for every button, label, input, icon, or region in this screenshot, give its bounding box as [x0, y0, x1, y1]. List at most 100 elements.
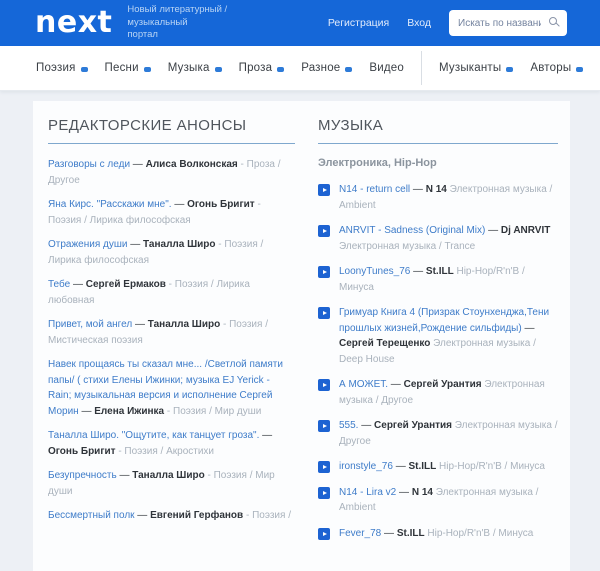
- announcement-link[interactable]: Отражения души: [48, 239, 127, 250]
- top-header: next Новый литературный / музыкальный по…: [0, 0, 600, 46]
- announcement-link[interactable]: Таналла Широ. "Ощутите, как танцует гроз…: [48, 430, 259, 441]
- play-icon: [322, 188, 327, 192]
- track-link[interactable]: N14 - Lira v2: [339, 487, 396, 498]
- header-actions: Регистрация Вход: [328, 10, 567, 36]
- nav-item-label: Музыка: [167, 62, 210, 74]
- track-category: Hip-Hop/R'n'B / Минуса: [424, 527, 534, 539]
- chevron-down-icon: [143, 66, 151, 72]
- announcement-item: Бессмертный полк — Евгений Герфанов - По…: [48, 508, 295, 524]
- play-button[interactable]: [318, 379, 330, 391]
- track-author: Сергей Урантия: [374, 420, 453, 431]
- nav-item-label: Видео: [369, 62, 404, 74]
- nav-item[interactable]: Песни: [105, 62, 151, 74]
- nav-item-label: Разное: [301, 62, 341, 74]
- music-item: Fever_78 — St.ILL Hip-Hop/R'n'B / Минуса: [318, 526, 558, 542]
- announcement-author: Таналла Широ: [132, 470, 205, 481]
- track-link[interactable]: N14 - return cell: [339, 184, 410, 195]
- search-icon: [549, 17, 557, 25]
- nav-separator: [421, 51, 422, 85]
- play-button[interactable]: [318, 461, 330, 473]
- announcement-link[interactable]: Яна Кирс. "Расскажи мне".: [48, 199, 172, 210]
- play-button[interactable]: [318, 225, 330, 237]
- announcement-category: - Поэзия /: [243, 510, 291, 521]
- announcement-author: Огонь Бригит: [48, 445, 116, 457]
- dash-separator: —: [78, 405, 95, 417]
- announcement-author: Таналла Широ: [143, 239, 216, 250]
- track-link[interactable]: Fever_78: [339, 528, 381, 539]
- play-button[interactable]: [318, 266, 330, 278]
- track-link[interactable]: ironstyle_76: [339, 461, 393, 472]
- track-author: St.ILL: [425, 266, 454, 277]
- track-author: St.ILL: [408, 461, 437, 472]
- track-link[interactable]: LoonyTunes_76: [339, 266, 410, 277]
- announcement-link[interactable]: Безупречность: [48, 470, 117, 481]
- site-tagline: Новый литературный / музыкальный портал: [127, 4, 287, 42]
- dash-separator: —: [70, 279, 86, 290]
- music-item-text: LoonyTunes_76 — St.ILL Hip-Hop/R'n'B / М…: [339, 264, 558, 295]
- dash-separator: —: [410, 266, 426, 277]
- track-author: N 14: [425, 184, 447, 195]
- announcement-link[interactable]: Бессмертный полк: [48, 510, 135, 521]
- music-item-text: 555. — Сергей Урантия Электронная музыка…: [339, 418, 558, 449]
- track-link[interactable]: 555.: [339, 420, 358, 431]
- nav-item[interactable]: Музыка: [168, 62, 222, 74]
- nav-item[interactable]: Видео: [369, 62, 404, 74]
- announcement-link[interactable]: Привет, мой ангел: [48, 319, 132, 330]
- track-link[interactable]: Гримуар Книга 4 (Призрак Стоунхенджа,Тен…: [339, 307, 549, 334]
- announcement-item: Отражения души — Таналла Широ - Поэзия /…: [48, 237, 295, 268]
- music-list: N14 - return cell — N 14 Электронная муз…: [318, 182, 558, 541]
- music-item-text: ironstyle_76 — St.ILL Hip-Hop/R'n'B / Ми…: [339, 459, 558, 475]
- track-author: Dj ANRVIT: [500, 225, 551, 236]
- play-button[interactable]: [318, 307, 330, 319]
- announcements-list: Разговоры с леди — Алиса Волконская - Пр…: [48, 157, 295, 524]
- nav-item-label: Поэзия: [36, 62, 76, 74]
- site-logo[interactable]: next: [35, 8, 112, 38]
- announcement-link[interactable]: Тебе: [48, 279, 70, 290]
- chevron-down-icon: [80, 66, 88, 72]
- register-link[interactable]: Регистрация: [328, 17, 389, 29]
- announcements-column: РЕДАКТОРСКИЕ АНОНСЫ Разговоры с леди — А…: [48, 117, 295, 551]
- announcement-category: - Поэзия / Акростихи: [115, 445, 215, 457]
- nav-item[interactable]: Проза: [239, 62, 285, 74]
- main-nav: Поэзия Песни Музыка Проза Разное Видео М…: [0, 46, 600, 91]
- announcement-author: Огонь Бригит: [187, 199, 255, 210]
- play-button[interactable]: [318, 486, 330, 499]
- track-author: Сергей Урантия: [403, 379, 482, 390]
- music-title: МУЗЫКА: [318, 117, 384, 134]
- nav-item-label: Песни: [104, 62, 139, 74]
- play-icon: [322, 424, 327, 428]
- play-button[interactable]: [318, 420, 330, 432]
- dash-separator: —: [358, 420, 375, 431]
- play-button[interactable]: [318, 184, 330, 196]
- music-item-text: Гримуар Книга 4 (Призрак Стоунхенджа,Тен…: [339, 305, 558, 367]
- tagline-line-2: портал: [127, 29, 158, 41]
- nav-item[interactable]: Музыканты: [439, 62, 514, 74]
- music-item-text: Fever_78 — St.ILL Hip-Hop/R'n'B / Минуса: [339, 526, 558, 542]
- music-item: ironstyle_76 — St.ILL Hip-Hop/R'n'B / Ми…: [318, 459, 558, 475]
- nav-item-label: Авторы: [530, 62, 572, 74]
- nav-item[interactable]: Поэзия: [36, 62, 88, 74]
- announcement-category: - Поэзия / Мир души: [164, 405, 262, 417]
- chevron-down-icon: [214, 66, 222, 72]
- announcement-item: Таналла Широ. "Ощутите, как танцует гроз…: [48, 428, 295, 459]
- music-item: 555. — Сергей Урантия Электронная музыка…: [318, 418, 558, 449]
- announcement-item: Безупречность — Таналла Широ - Поэзия / …: [48, 468, 295, 499]
- announcements-title: РЕДАКТОРСКИЕ АНОНСЫ: [48, 117, 247, 134]
- section-divider: [318, 143, 558, 144]
- nav-item[interactable]: Авторы: [530, 62, 584, 74]
- announcement-link[interactable]: Разговоры с леди: [48, 159, 130, 170]
- play-icon: [322, 531, 327, 536]
- track-author: Сергей Терещенко: [339, 338, 431, 349]
- nav-item[interactable]: Разное: [301, 62, 353, 74]
- dash-separator: —: [388, 379, 404, 390]
- chevron-down-icon: [345, 66, 353, 72]
- play-button[interactable]: [318, 527, 330, 540]
- track-link[interactable]: ANRVIT - Sadness (Original Mix): [339, 225, 485, 236]
- track-link[interactable]: А МОЖЕТ.: [339, 379, 388, 390]
- track-category: Электронная музыка / Trance: [339, 240, 476, 252]
- announcement-item: Разговоры с леди — Алиса Волконская - Пр…: [48, 157, 295, 188]
- dash-separator: —: [410, 184, 426, 195]
- music-item-text: N14 - Lira v2 — N 14 Электронная музыка …: [339, 485, 558, 516]
- login-link[interactable]: Вход: [407, 17, 431, 29]
- music-item-text: ANRVIT - Sadness (Original Mix) — Dj ANR…: [339, 223, 558, 254]
